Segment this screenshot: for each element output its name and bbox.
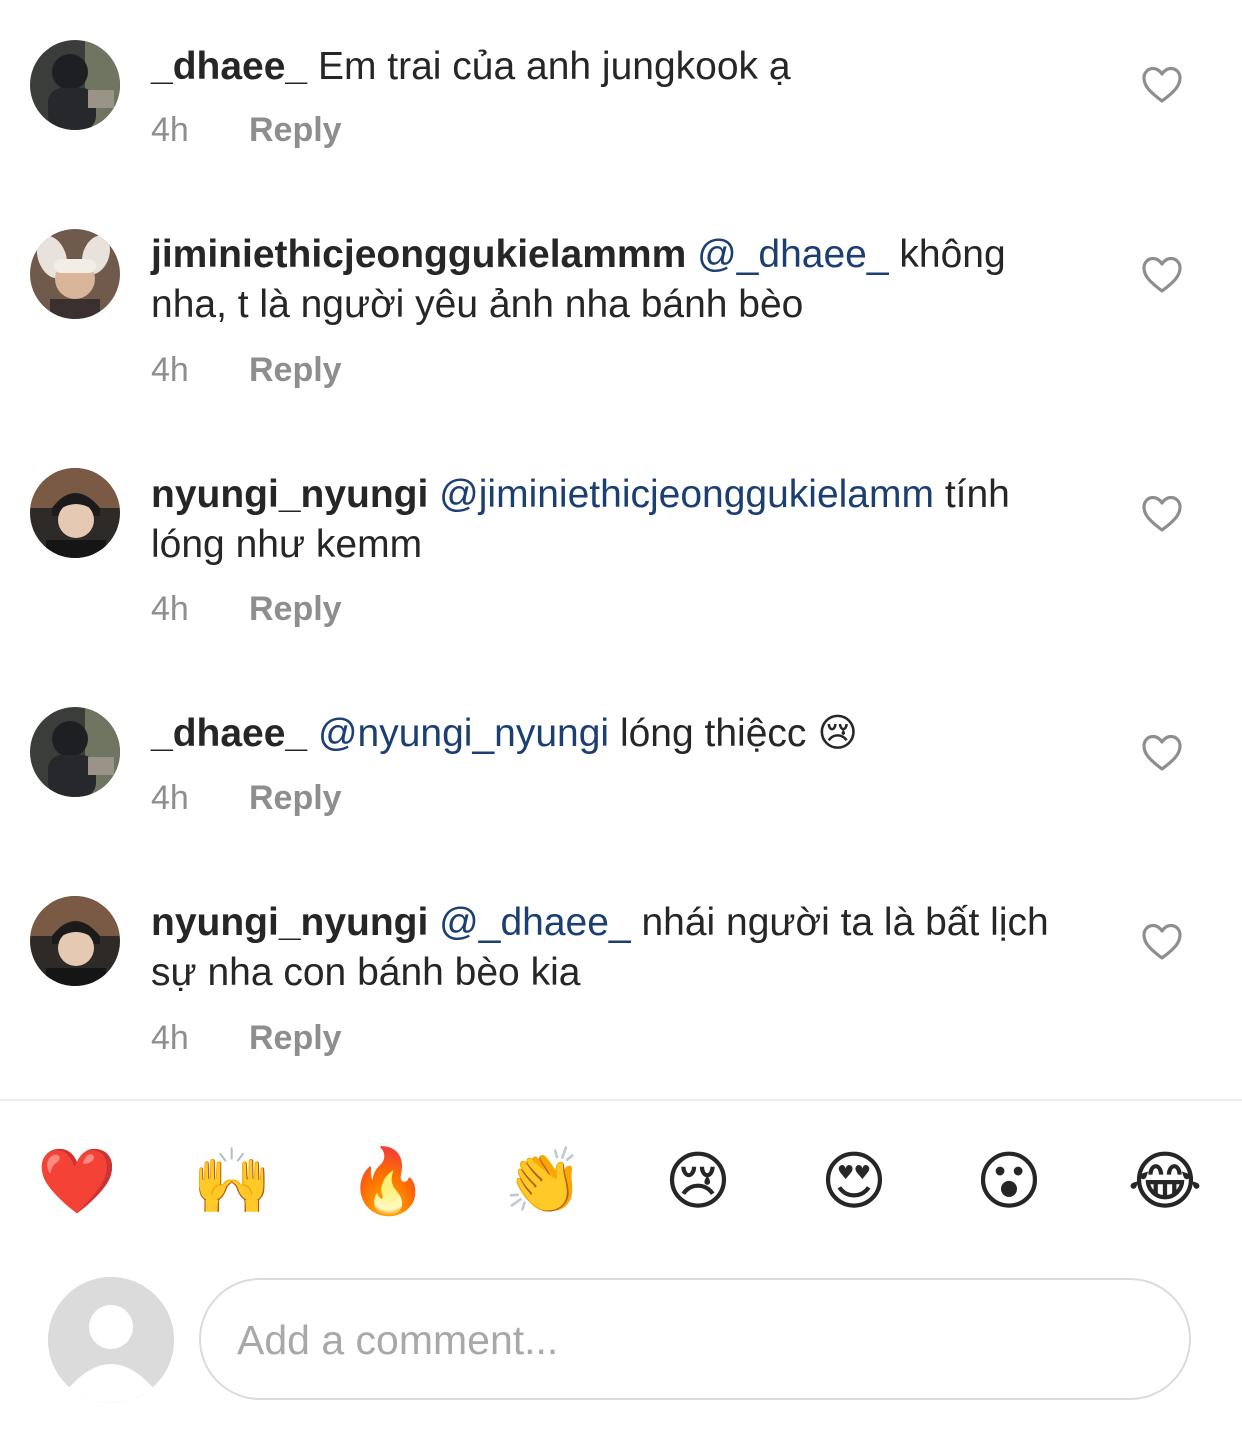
comment-meta: 4h Reply <box>151 1018 342 1058</box>
emoji-surprised-face-button[interactable]: 😮 <box>970 1143 1048 1221</box>
emoji-heart-button[interactable]: ❤️ <box>37 1143 117 1221</box>
user-photo-avatar-icon <box>30 707 120 797</box>
comment-input[interactable] <box>235 1308 1159 1372</box>
comment-text: jiminiethicjeonggukielammm @_dhaee_ khôn… <box>151 230 1091 330</box>
emoji-fire-button[interactable]: 🔥 <box>348 1143 428 1221</box>
heart-outline-icon <box>1142 495 1182 532</box>
divider <box>0 1099 1242 1101</box>
avatar[interactable] <box>30 707 120 797</box>
user-photo-avatar-icon <box>30 40 120 130</box>
comment-username[interactable]: nyungi_nyungi <box>151 473 428 516</box>
comment-text: _dhaee_ @nyungi_nyungi lóng thiệcc 😢 <box>151 709 1091 759</box>
comment-meta: 4h Reply <box>151 778 342 818</box>
comment-time: 4h <box>151 351 189 389</box>
emoji-clapping-hands-button[interactable]: 👏 <box>504 1143 584 1221</box>
comment-mention[interactable]: @jiminiethicjeonggukielamm <box>439 473 934 516</box>
reply-button[interactable]: Reply <box>249 590 342 628</box>
user-photo-avatar-icon <box>30 896 120 986</box>
comment-meta: 4h Reply <box>151 350 342 390</box>
comment-text: _dhaee_ Em trai của anh jungkook ạ <box>151 42 1091 92</box>
heart-outline-icon <box>1142 256 1182 293</box>
like-button[interactable] <box>1141 494 1183 534</box>
like-button[interactable] <box>1141 255 1183 295</box>
comment-body: Em trai của anh jungkook ạ <box>317 45 791 88</box>
like-button[interactable] <box>1141 922 1183 962</box>
reply-button[interactable]: Reply <box>249 351 342 389</box>
emoji-reaction-bar: ❤️ 🙌 🔥 👏 😢 😍 😮 😂 <box>0 1143 1242 1223</box>
comment-mention[interactable]: @_dhaee_ <box>439 901 630 944</box>
comment-username[interactable]: jiminiethicjeonggukielammm <box>151 233 686 276</box>
comment-username[interactable]: _dhaee_ <box>151 712 307 755</box>
comment-mention[interactable]: @nyungi_nyungi <box>318 712 609 755</box>
reply-button[interactable]: Reply <box>249 111 342 149</box>
heart-outline-icon <box>1142 66 1182 103</box>
user-photo-avatar-icon <box>30 468 120 558</box>
comment-meta: 4h Reply <box>151 589 342 629</box>
comment-meta: 4h Reply <box>151 110 342 150</box>
heart-outline-icon <box>1142 923 1182 960</box>
comment-text: nyungi_nyungi @_dhaee_ nhái người ta là … <box>151 898 1091 998</box>
comment-time: 4h <box>151 590 189 628</box>
reply-button[interactable]: Reply <box>249 779 342 817</box>
avatar[interactable] <box>30 896 120 986</box>
user-photo-avatar-icon <box>30 229 120 319</box>
comment-text: nyungi_nyungi @jiminiethicjeonggukielamm… <box>151 470 1091 570</box>
emoji-raising-hands-button[interactable]: 🙌 <box>192 1143 272 1221</box>
comment-time: 4h <box>151 111 189 149</box>
comment-username[interactable]: nyungi_nyungi <box>151 901 428 944</box>
emoji-heart-eyes-button[interactable]: 😍 <box>815 1143 893 1221</box>
emoji-crying-face-button[interactable]: 😢 <box>659 1143 737 1221</box>
comment-time: 4h <box>151 1019 189 1057</box>
avatar[interactable] <box>30 40 120 130</box>
comment-body: lóng thiệcc 😢 <box>619 712 858 755</box>
comment-username[interactable]: _dhaee_ <box>151 45 307 88</box>
like-button[interactable] <box>1141 733 1183 773</box>
default-user-avatar-icon <box>48 1277 174 1403</box>
avatar[interactable] <box>30 468 120 558</box>
heart-outline-icon <box>1142 734 1182 771</box>
current-user-avatar <box>48 1277 174 1403</box>
avatar[interactable] <box>30 229 120 319</box>
like-button[interactable] <box>1141 65 1183 105</box>
reply-button[interactable]: Reply <box>249 1019 342 1057</box>
emoji-tears-of-joy-button[interactable]: 😂 <box>1126 1143 1204 1221</box>
comment-time: 4h <box>151 779 189 817</box>
comment-input-container[interactable] <box>199 1278 1191 1400</box>
comment-mention[interactable]: @_dhaee_ <box>697 233 888 276</box>
